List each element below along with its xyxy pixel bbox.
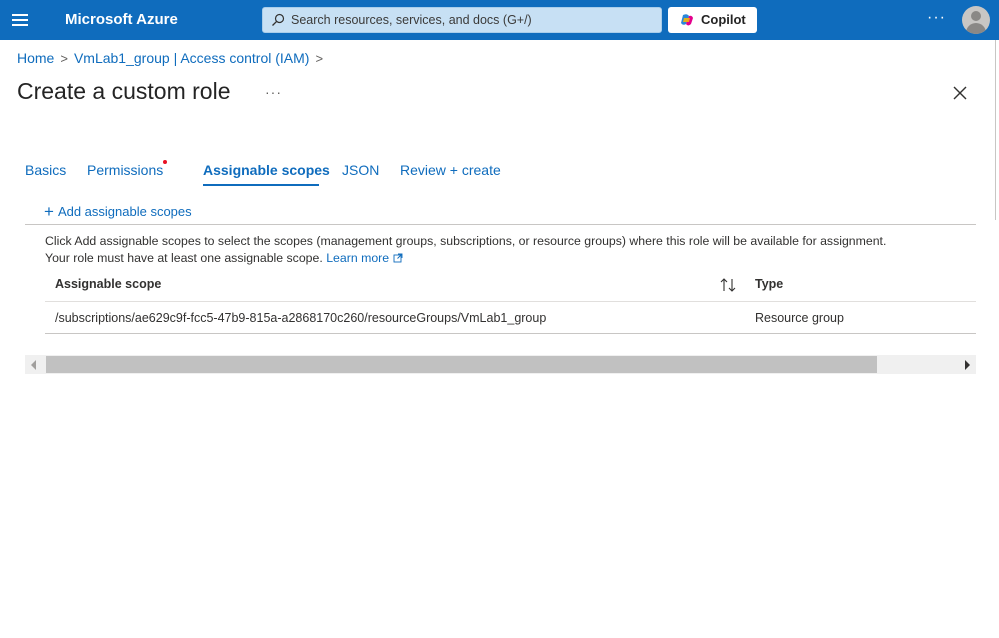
breadcrumb: Home > VmLab1_group | Access control (IAM)… — [17, 50, 329, 66]
type-cell: Resource group — [755, 311, 844, 325]
column-header-type[interactable]: Type — [755, 277, 783, 291]
breadcrumb-home[interactable]: Home — [17, 50, 54, 66]
external-link-icon — [393, 253, 402, 263]
scope-cell: /subscriptions/ae629c9f-fcc5-47b9-815a-a… — [55, 311, 547, 325]
close-icon[interactable] — [950, 83, 970, 103]
breadcrumb-iam[interactable]: VmLab1_group | Access control (IAM) — [74, 50, 310, 66]
copilot-icon — [681, 14, 693, 26]
tab-basics[interactable]: Basics — [25, 162, 66, 178]
table-row[interactable]: /subscriptions/ae629c9f-fcc5-47b9-815a-a… — [45, 302, 976, 333]
copilot-label: Copilot — [701, 12, 746, 27]
description-line-1: Click Add assignable scopes to select th… — [45, 234, 887, 248]
learn-more-link[interactable]: Learn more — [326, 251, 402, 265]
page-title: Create a custom role — [17, 78, 231, 104]
add-scopes-label: Add assignable scopes — [57, 204, 192, 219]
chevron-right-icon: > — [315, 51, 324, 66]
chevron-right-icon: > — [60, 51, 68, 66]
search-icon — [272, 13, 285, 26]
panel-edge-divider — [995, 40, 996, 220]
brand-title[interactable]: Microsoft Azure — [65, 11, 178, 28]
title-more-icon[interactable]: ··· — [265, 84, 282, 100]
scroll-left-icon[interactable] — [31, 360, 36, 370]
search-box[interactable] — [262, 7, 662, 33]
description: Click Add assignable scopes to select th… — [45, 233, 965, 267]
toolbar-divider — [25, 224, 976, 225]
plus-icon: + — [44, 202, 54, 221]
tab-assignable-scopes[interactable]: Assignable scopes — [203, 162, 330, 178]
description-line-2-text: Your role must have at least one assigna… — [45, 251, 323, 265]
avatar[interactable] — [962, 6, 990, 34]
active-tab-indicator — [203, 184, 319, 186]
column-header-scope[interactable]: Assignable scope — [55, 277, 161, 291]
scrollbar-thumb[interactable] — [46, 356, 877, 373]
search-input[interactable] — [291, 8, 651, 32]
horizontal-scrollbar[interactable] — [25, 355, 976, 374]
scroll-right-icon[interactable] — [965, 360, 970, 370]
validation-dot — [163, 160, 167, 164]
add-assignable-scopes-button[interactable]: + Add assignable scopes — [44, 201, 192, 221]
tab-review-create[interactable]: Review + create — [400, 162, 501, 178]
tab-json[interactable]: JSON — [342, 162, 379, 178]
description-line-2: Your role must have at least one assigna… — [45, 250, 965, 267]
more-options-icon[interactable]: ··· — [927, 9, 946, 27]
row-divider — [45, 333, 976, 334]
hamburger-icon[interactable] — [12, 12, 30, 28]
copilot-button[interactable]: Copilot — [668, 7, 757, 33]
learn-more-label: Learn more — [326, 251, 390, 265]
sort-icon[interactable] — [719, 277, 737, 293]
tab-permissions[interactable]: Permissions — [87, 162, 163, 178]
top-bar: Microsoft Azure Copilot ··· — [0, 0, 999, 40]
